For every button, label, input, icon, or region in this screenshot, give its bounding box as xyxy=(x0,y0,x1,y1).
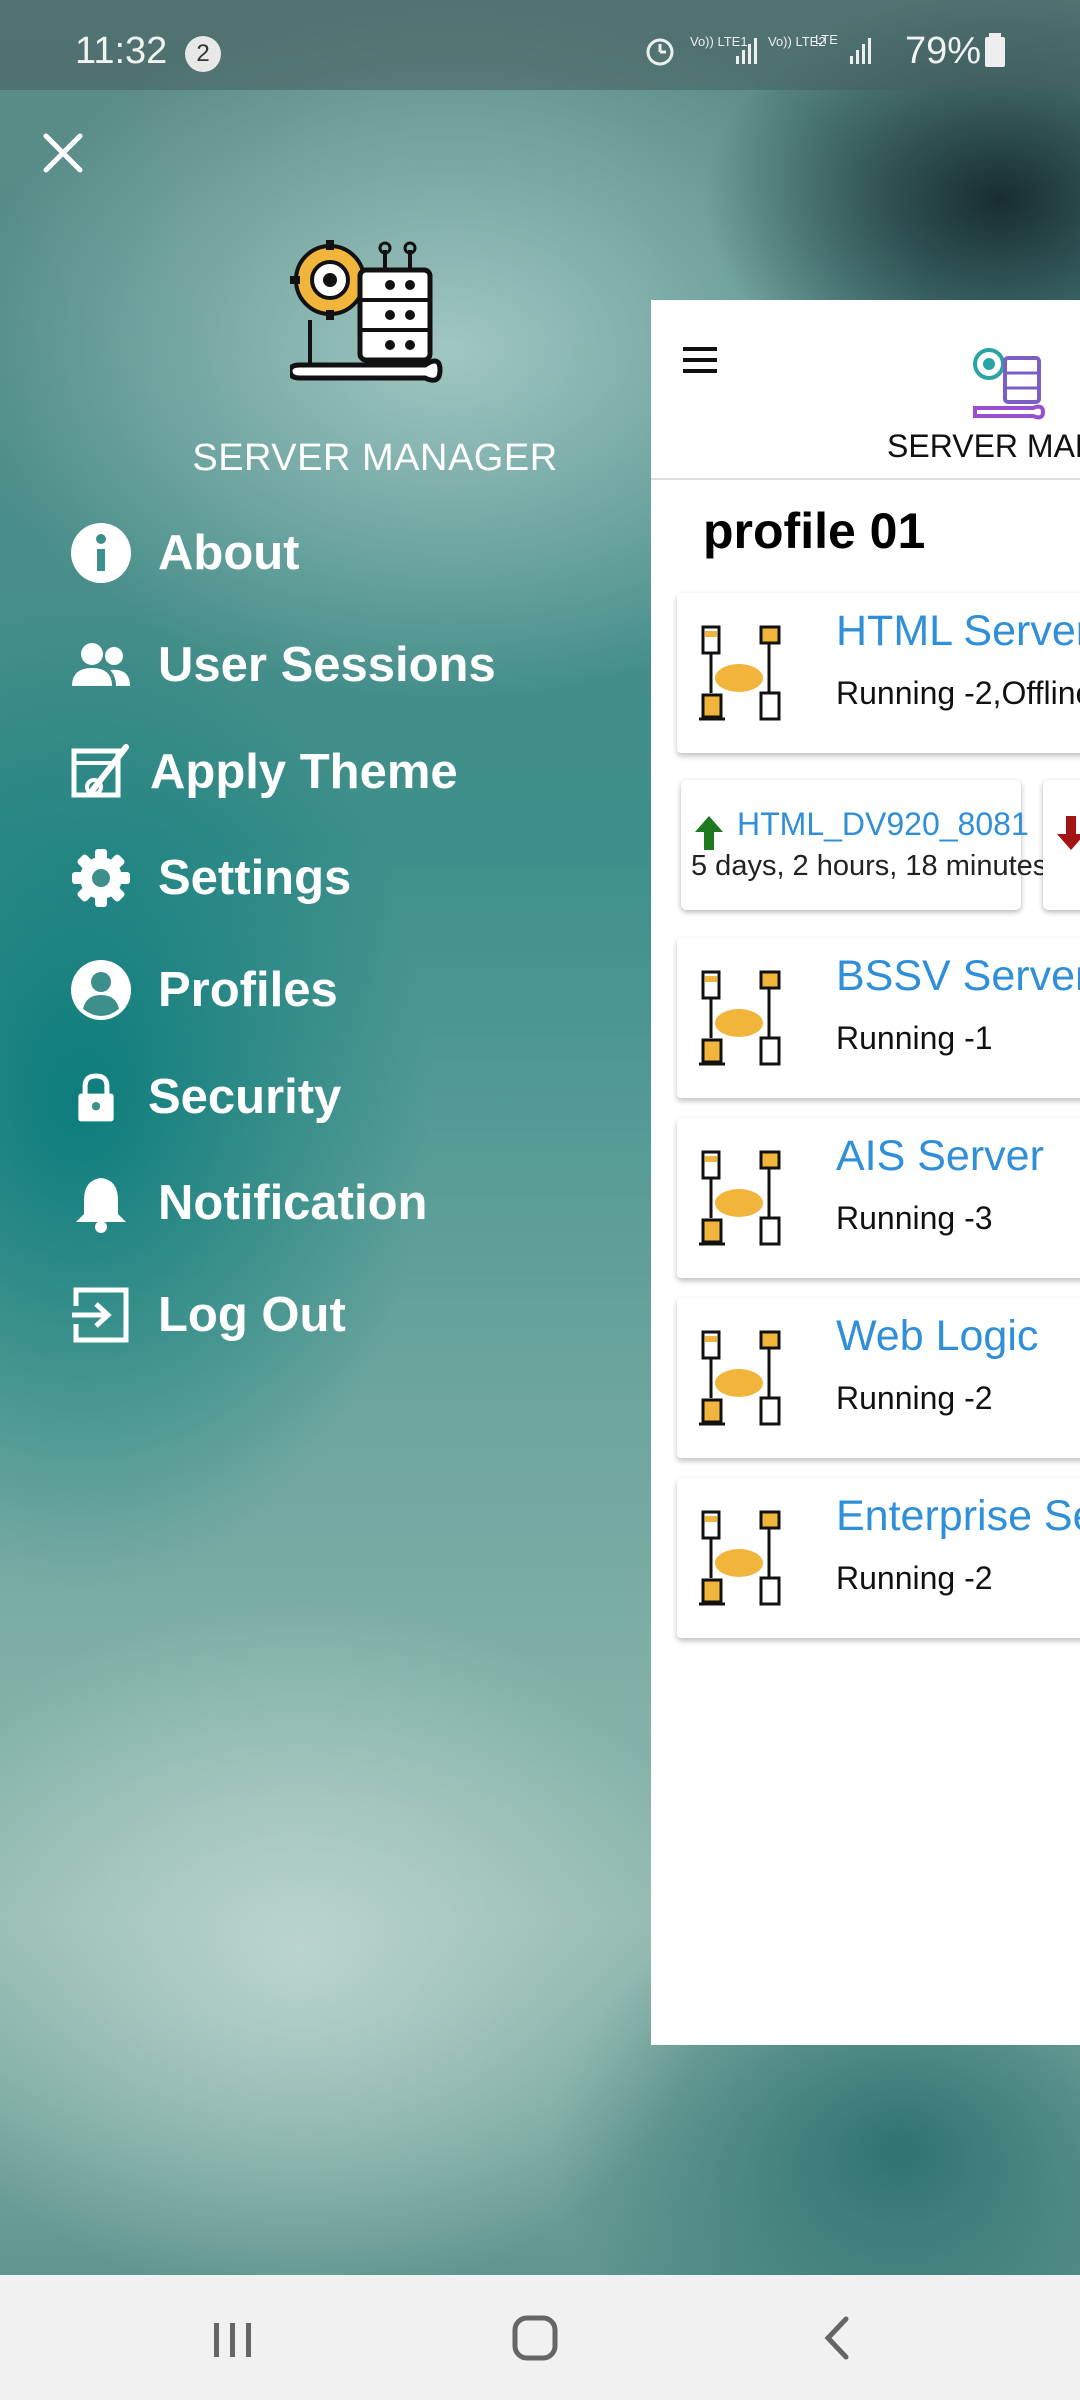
server-card-weblogic[interactable]: Web Logic Running -2 xyxy=(677,1298,1080,1458)
server-card-enterprise[interactable]: Enterprise Serve Running -2 xyxy=(677,1478,1080,1638)
instance-uptime: 5 days, 2 hours, 18 minutes xyxy=(691,850,1048,882)
server-status: Running -3 xyxy=(836,1200,993,1236)
menu-item-label: User Sessions xyxy=(158,638,496,692)
server-status: Running -2 xyxy=(836,1380,993,1416)
server-status: Running -2 xyxy=(836,1560,993,1596)
account-circle-icon xyxy=(71,960,131,1020)
server-card-ais[interactable]: AIS Server Running -3 xyxy=(677,1118,1080,1278)
profile-title: profile 01 xyxy=(703,503,926,559)
menu-item-label: Notification xyxy=(158,1176,428,1230)
server-cloud-icon xyxy=(699,1508,785,1608)
server-cloud-icon xyxy=(699,1328,785,1428)
server-status: Running -2,Offline -1 xyxy=(836,675,1080,711)
home-button[interactable] xyxy=(500,2305,570,2371)
menu-item-profiles[interactable]: Profiles xyxy=(70,950,630,1030)
server-status: Running -1 xyxy=(836,1020,993,1056)
close-drawer-button[interactable] xyxy=(40,130,86,176)
system-nav-bar xyxy=(0,2275,1080,2400)
menu-item-settings[interactable]: Settings xyxy=(70,838,630,918)
server-card-bssv[interactable]: BSSV Server Running -1 xyxy=(677,938,1080,1098)
back-icon xyxy=(824,2316,849,2360)
recent-apps-button[interactable] xyxy=(198,2305,268,2371)
app-bar: SERVER MANA xyxy=(651,300,1080,480)
arrow-down-icon xyxy=(1057,816,1080,850)
info-icon xyxy=(71,523,131,583)
server-cloud-icon xyxy=(699,623,785,723)
hamburger-icon xyxy=(683,347,717,373)
notification-count-badge: 2 xyxy=(185,36,221,72)
server-name: HTML Server xyxy=(836,607,1080,655)
menu-item-log-out[interactable]: Log Out xyxy=(70,1275,630,1355)
server-name: Web Logic xyxy=(836,1312,1039,1360)
instance-card-down[interactable] xyxy=(1043,780,1080,910)
status-time: 11:32 xyxy=(75,30,168,72)
gear-icon xyxy=(72,849,130,907)
menu-button[interactable] xyxy=(683,345,719,375)
instance-name: HTML_DV920_8081 xyxy=(737,806,1029,842)
server-cloud-icon xyxy=(699,968,785,1068)
arrow-up-icon xyxy=(695,816,723,850)
app-bar-title: SERVER MANA xyxy=(887,428,1080,464)
theme-icon xyxy=(71,744,129,798)
signal-bars-icon-2 xyxy=(850,38,871,64)
signal-icons: Vo)) LTE1 Vo)) LTE2 LTE xyxy=(640,30,880,70)
server-cloud-icon xyxy=(699,1148,785,1248)
battery-level: 79% xyxy=(905,30,1006,73)
menu-item-security[interactable]: Security xyxy=(70,1057,630,1137)
server-name: BSSV Server xyxy=(836,952,1080,1000)
app-logo-small xyxy=(971,344,1046,424)
recent-apps-icon xyxy=(214,2323,251,2357)
status-bar: 11:32 2 Vo)) LTE1 Vo)) LTE2 LTE 79% xyxy=(0,0,1080,90)
drawer-app-title: SERVER MANAGER xyxy=(192,437,558,479)
menu-item-label: Security xyxy=(148,1070,342,1124)
instance-card-up[interactable]: HTML_DV920_8081 5 days, 2 hours, 18 minu… xyxy=(681,780,1047,910)
alarm-icon xyxy=(646,38,674,66)
svg-text:LTE: LTE xyxy=(815,32,838,47)
menu-item-label: Apply Theme xyxy=(150,745,458,799)
lock-icon xyxy=(78,1073,114,1122)
menu-item-label: Profiles xyxy=(158,963,338,1017)
app-logo xyxy=(287,240,450,400)
back-button[interactable] xyxy=(802,2305,872,2371)
home-icon xyxy=(512,2315,558,2361)
users-icon xyxy=(72,643,130,686)
battery-icon xyxy=(985,33,1006,67)
server-name: AIS Server xyxy=(836,1132,1044,1180)
server-name: Enterprise Serve xyxy=(836,1492,1080,1540)
bell-icon xyxy=(76,1178,126,1233)
menu-item-label: About xyxy=(158,526,300,580)
close-icon xyxy=(43,133,83,173)
svg-text:Vo)) LTE1: Vo)) LTE1 xyxy=(690,34,748,49)
menu-item-about[interactable]: About xyxy=(70,513,630,593)
main-content-panel: SERVER MANA profile 01 HTML Server Runni… xyxy=(651,300,1080,2045)
server-card-html[interactable]: HTML Server Running -2,Offline -1 xyxy=(677,593,1080,753)
menu-item-apply-theme[interactable]: Apply Theme xyxy=(70,732,630,812)
menu-item-notification[interactable]: Notification xyxy=(70,1163,630,1243)
menu-item-label: Log Out xyxy=(158,1288,346,1342)
menu-item-user-sessions[interactable]: User Sessions xyxy=(70,625,630,705)
menu-item-label: Settings xyxy=(158,851,352,905)
logout-icon xyxy=(72,1287,129,1343)
